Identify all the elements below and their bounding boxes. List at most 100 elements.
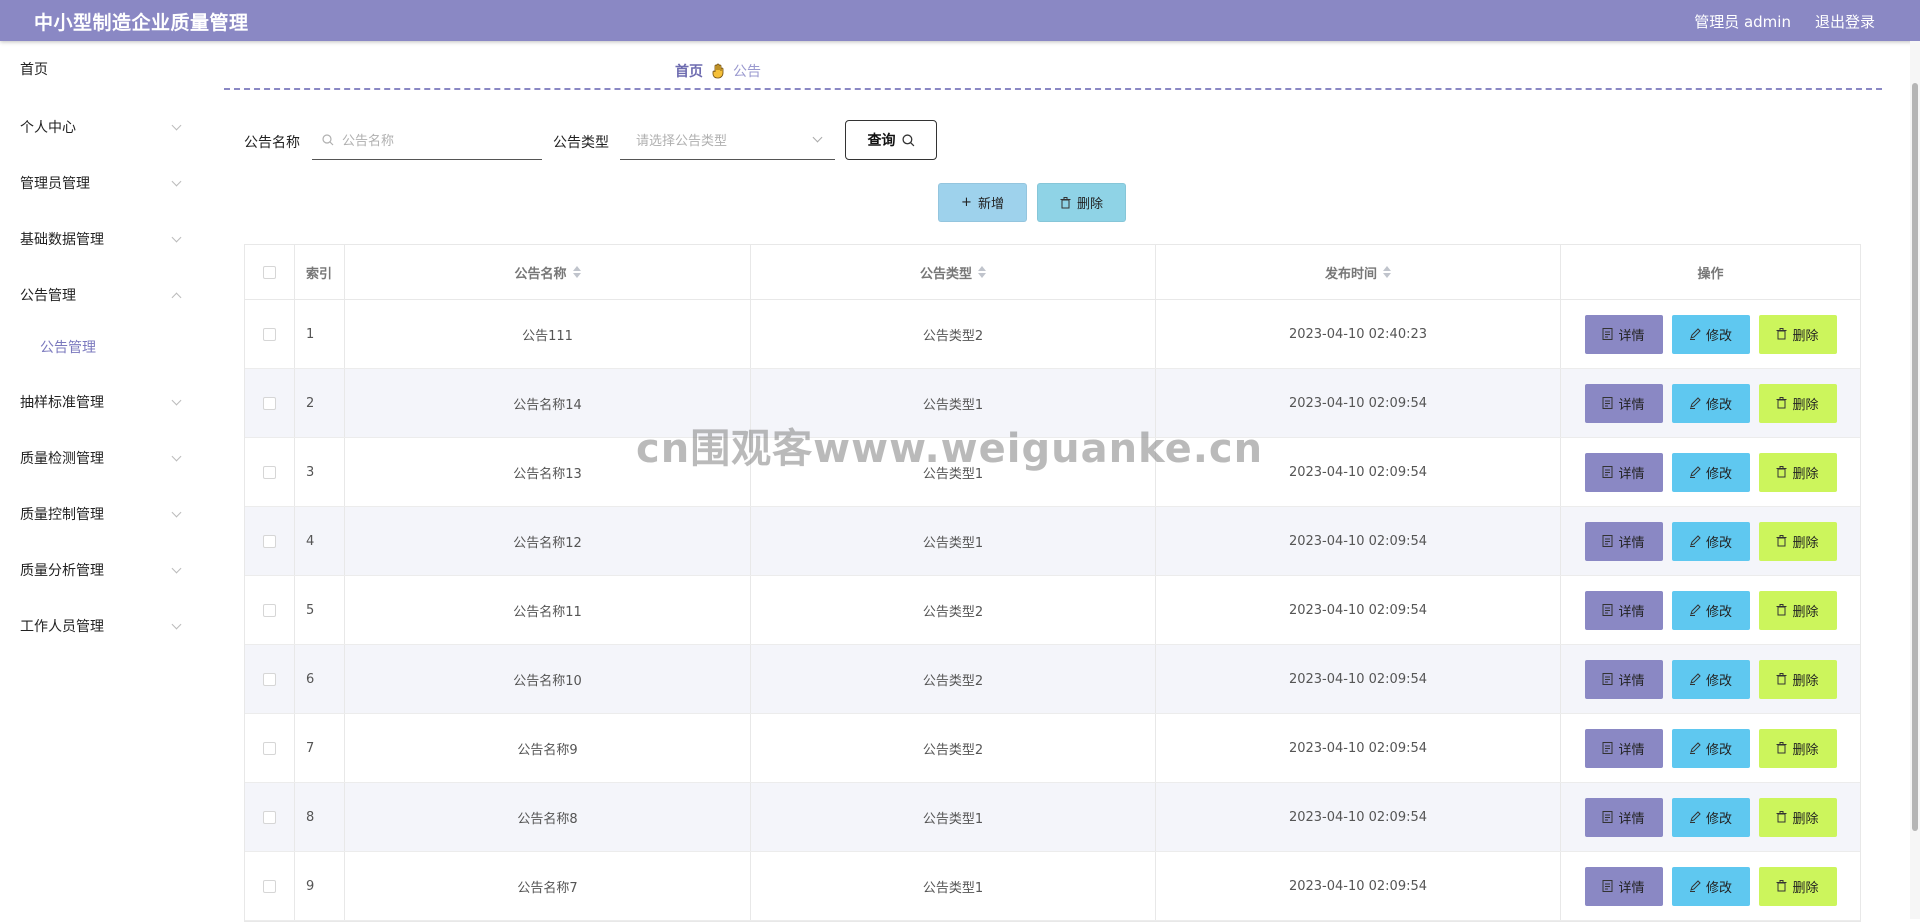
- row-checkbox-cell: [245, 714, 295, 782]
- cell-time: 2023-04-10 02:09:54: [1156, 576, 1561, 644]
- chevron-down-icon: [171, 563, 182, 574]
- sidebar-item-quality-inspection[interactable]: 质量检测管理: [20, 448, 182, 468]
- sidebar-item-staff[interactable]: 工作人员管理: [20, 616, 182, 636]
- sidebar-item-label: 抽样标准管理: [20, 395, 104, 411]
- delete-button[interactable]: 删除: [1758, 659, 1837, 699]
- sidebar-item-sampling-standard[interactable]: 抽样标准管理: [20, 392, 182, 412]
- scrollbar-thumb[interactable]: [1912, 83, 1918, 831]
- select-all-checkbox[interactable]: [263, 265, 276, 279]
- delete-button-label: 删除: [1792, 397, 1819, 413]
- chevron-down-icon: [171, 232, 182, 243]
- sort-icon[interactable]: [572, 266, 581, 278]
- logout-link[interactable]: 退出登录: [1815, 11, 1875, 32]
- scrollbar[interactable]: [1910, 41, 1920, 919]
- sidebar-item-quality-analysis[interactable]: 质量分析管理: [20, 560, 182, 580]
- cell-name: 公告名称12: [345, 507, 751, 575]
- header-time[interactable]: 发布时间: [1156, 245, 1561, 299]
- sidebar-item-label: 质量分析管理: [20, 563, 104, 579]
- sidebar-item-personal-center[interactable]: 个人中心: [20, 117, 182, 137]
- header-type[interactable]: 公告类型: [751, 245, 1156, 299]
- edit-button[interactable]: 修改: [1671, 866, 1750, 906]
- row-checkbox-cell: [245, 507, 295, 575]
- trash-icon: [1776, 811, 1787, 823]
- table-header: 索引 公告名称 公告类型 发布时间 操作: [245, 245, 1860, 300]
- edit-button[interactable]: 修改: [1671, 383, 1750, 423]
- edit-button[interactable]: 修改: [1671, 659, 1750, 699]
- table-row: 8 公告名称8 公告类型1 2023-04-10 02:09:54 详情 修改 删除: [245, 783, 1860, 852]
- row-checkbox-cell: [245, 369, 295, 437]
- detail-button[interactable]: 详情: [1584, 590, 1663, 630]
- breadcrumb-home[interactable]: 首页: [675, 61, 703, 81]
- sidebar-item-label: 质量控制管理: [20, 507, 104, 523]
- query-button-label: 查询: [867, 133, 896, 149]
- chevron-up-icon: [171, 292, 182, 303]
- row-checkbox[interactable]: [263, 465, 276, 479]
- sidebar-subitem-announcement[interactable]: 公告管理: [40, 337, 96, 357]
- edit-icon: [1689, 880, 1701, 892]
- sidebar-item-quality-control[interactable]: 质量控制管理: [20, 504, 182, 524]
- delete-button[interactable]: 删除: [1758, 383, 1837, 423]
- edit-button[interactable]: 修改: [1671, 590, 1750, 630]
- delete-button[interactable]: 删除: [1758, 314, 1837, 354]
- batch-delete-button[interactable]: 删除: [1037, 183, 1126, 222]
- detail-button[interactable]: 详情: [1584, 866, 1663, 906]
- detail-button[interactable]: 详情: [1584, 797, 1663, 837]
- sort-icon[interactable]: [1383, 266, 1391, 278]
- row-checkbox[interactable]: [263, 672, 276, 686]
- edit-button[interactable]: 修改: [1671, 521, 1750, 561]
- name-search-input[interactable]: 公告名称: [312, 120, 542, 160]
- detail-button[interactable]: 详情: [1584, 314, 1663, 354]
- sidebar-item-announcement[interactable]: 公告管理: [20, 285, 182, 305]
- detail-button[interactable]: 详情: [1584, 383, 1663, 423]
- cell-type: 公告类型2: [751, 300, 1156, 368]
- sidebar-item-basic-data[interactable]: 基础数据管理: [20, 229, 182, 249]
- sidebar-item-label: 工作人员管理: [20, 619, 104, 635]
- edit-button[interactable]: 修改: [1671, 728, 1750, 768]
- delete-button[interactable]: 删除: [1758, 452, 1837, 492]
- row-checkbox[interactable]: [263, 879, 276, 893]
- row-checkbox[interactable]: [263, 534, 276, 548]
- detail-button[interactable]: 详情: [1584, 452, 1663, 492]
- edit-button[interactable]: 修改: [1671, 314, 1750, 354]
- row-checkbox[interactable]: [263, 396, 276, 410]
- delete-button-label: 删除: [1792, 604, 1819, 620]
- delete-button[interactable]: 删除: [1758, 728, 1837, 768]
- add-button[interactable]: + 新增: [938, 183, 1027, 222]
- row-checkbox[interactable]: [263, 810, 276, 824]
- row-checkbox[interactable]: [263, 603, 276, 617]
- edit-icon: [1689, 742, 1701, 754]
- chevron-down-icon: [171, 120, 182, 131]
- search-form: 公告名称 公告名称 公告类型 请选择公告类型 查询: [244, 120, 1444, 160]
- row-checkbox[interactable]: [263, 327, 276, 341]
- edit-icon: [1689, 811, 1701, 823]
- delete-button[interactable]: 删除: [1758, 866, 1837, 906]
- edit-button[interactable]: 修改: [1671, 452, 1750, 492]
- delete-button[interactable]: 删除: [1758, 521, 1837, 561]
- header-name[interactable]: 公告名称: [345, 245, 751, 299]
- sort-icon[interactable]: [978, 266, 986, 278]
- sidebar-item-home[interactable]: 首页: [20, 59, 180, 79]
- table-row: 7 公告名称9 公告类型2 2023-04-10 02:09:54 详情 修改 删除: [245, 714, 1860, 783]
- detail-button[interactable]: 详情: [1584, 728, 1663, 768]
- sidebar-item-admin-management[interactable]: 管理员管理: [20, 173, 182, 193]
- sidebar-item-label: 管理员管理: [20, 176, 90, 192]
- detail-button[interactable]: 详情: [1584, 659, 1663, 699]
- query-button[interactable]: 查询: [845, 120, 937, 160]
- type-select[interactable]: 请选择公告类型: [620, 120, 835, 160]
- sidebar-item-label: 个人中心: [20, 120, 76, 136]
- cell-type: 公告类型1: [751, 852, 1156, 920]
- admin-user-label[interactable]: 管理员 admin: [1694, 11, 1791, 32]
- cell-time: 2023-04-10 02:09:54: [1156, 714, 1561, 782]
- sidebar-item-label: 基础数据管理: [20, 232, 104, 248]
- delete-button[interactable]: 删除: [1758, 590, 1837, 630]
- edit-button[interactable]: 修改: [1671, 797, 1750, 837]
- delete-button-label: 删除: [1792, 811, 1819, 827]
- trash-icon: [1776, 604, 1787, 616]
- add-button-label: 新增: [977, 197, 1004, 212]
- row-checkbox[interactable]: [263, 741, 276, 755]
- cell-time: 2023-04-10 02:40:23: [1156, 300, 1561, 368]
- delete-button[interactable]: 删除: [1758, 797, 1837, 837]
- cell-index: 9: [295, 852, 345, 920]
- plus-icon: +: [961, 195, 972, 210]
- detail-button[interactable]: 详情: [1584, 521, 1663, 561]
